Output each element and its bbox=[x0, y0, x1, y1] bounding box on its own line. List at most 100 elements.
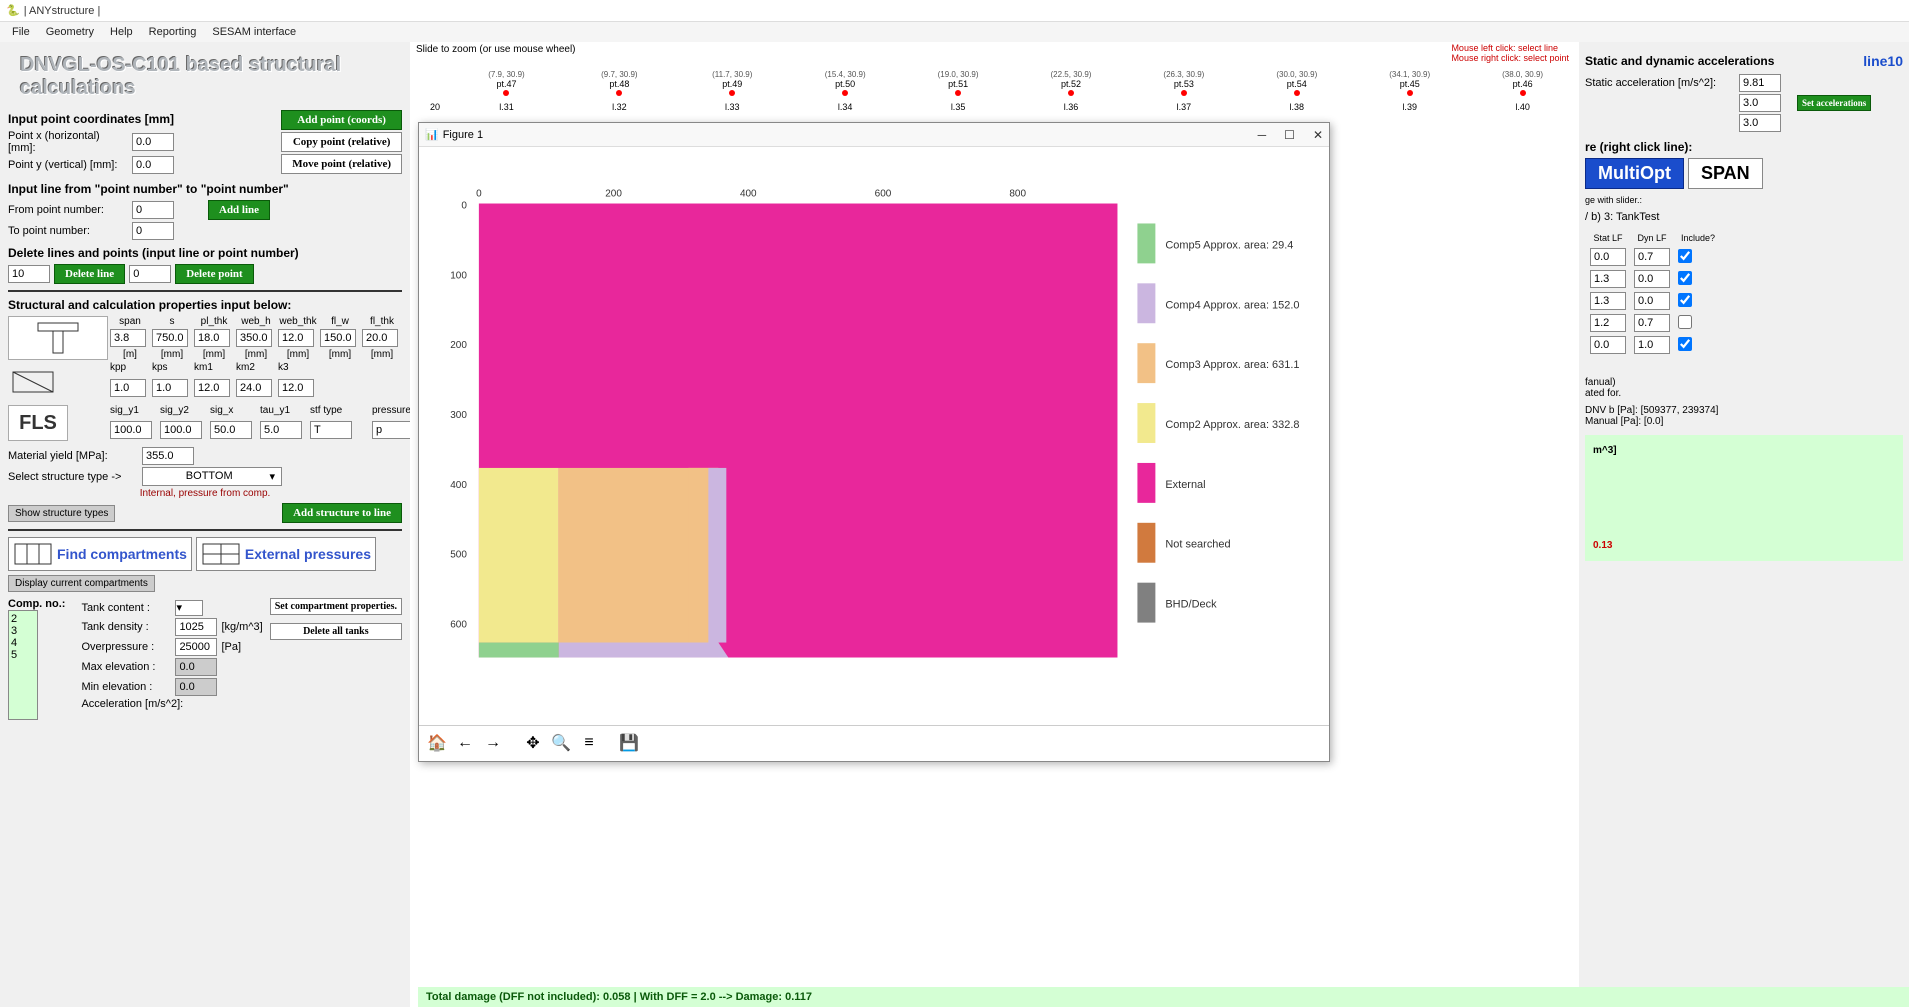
v-ps[interactable] bbox=[372, 421, 410, 439]
slider-label: ge with slider.: bbox=[1585, 195, 1903, 205]
h-k3: k3 bbox=[278, 362, 318, 377]
v-flw[interactable] bbox=[320, 329, 356, 347]
overp-input[interactable] bbox=[175, 638, 217, 656]
menu-geometry[interactable]: Geometry bbox=[38, 26, 102, 38]
forward-icon[interactable]: → bbox=[481, 731, 505, 755]
yield-input[interactable] bbox=[142, 447, 194, 465]
lf-2b[interactable] bbox=[1634, 270, 1670, 288]
lf-3b[interactable] bbox=[1634, 292, 1670, 310]
figure-titlebar[interactable]: 📊 Figure 1 ─ ☐ ✕ bbox=[419, 123, 1329, 147]
configure-icon[interactable]: ≡ bbox=[577, 731, 601, 755]
add-structure-button[interactable]: Add structure to line bbox=[282, 503, 402, 523]
v-tau[interactable] bbox=[260, 421, 302, 439]
delete-line-button[interactable]: Delete line bbox=[54, 264, 125, 284]
lf-4a[interactable] bbox=[1590, 314, 1626, 332]
u-mm5: [mm] bbox=[320, 349, 360, 360]
v-sy2[interactable] bbox=[160, 421, 202, 439]
del-line-input[interactable] bbox=[8, 265, 50, 283]
lf-2a[interactable] bbox=[1590, 270, 1626, 288]
span-button[interactable]: SPAN bbox=[1688, 158, 1763, 189]
v-wh[interactable] bbox=[236, 329, 272, 347]
dyn2-input[interactable] bbox=[1739, 114, 1781, 132]
home-icon[interactable]: 🏠 bbox=[425, 731, 449, 755]
window-title: | ANYstructure | bbox=[24, 5, 101, 17]
tank-density-input[interactable] bbox=[175, 618, 217, 636]
add-point-button[interactable]: Add point (coords) bbox=[281, 110, 402, 130]
copy-point-button[interactable]: Copy point (relative) bbox=[281, 132, 402, 152]
maximize-icon[interactable]: ☐ bbox=[1284, 128, 1295, 142]
comp-list[interactable]: 2 3 4 5 bbox=[8, 610, 38, 720]
delete-point-button[interactable]: Delete point bbox=[175, 264, 254, 284]
back-icon[interactable]: ← bbox=[453, 731, 477, 755]
v-span[interactable] bbox=[110, 329, 146, 347]
display-compartments-button[interactable]: Display current compartments bbox=[8, 575, 155, 592]
v-kpp[interactable] bbox=[110, 379, 146, 397]
comp-item[interactable]: 4 bbox=[11, 637, 35, 649]
structure-type-dropdown[interactable]: BOTTOM ▾ bbox=[142, 467, 282, 486]
comp-item[interactable]: 3 bbox=[11, 625, 35, 637]
lf-5b[interactable] bbox=[1634, 336, 1670, 354]
tanktest-label: / b) 3: TankTest bbox=[1585, 211, 1903, 223]
v-stf[interactable] bbox=[310, 421, 352, 439]
v-kps[interactable] bbox=[152, 379, 188, 397]
lf-5a[interactable] bbox=[1590, 336, 1626, 354]
find-compartments-button[interactable]: Find compartments bbox=[8, 537, 192, 571]
zoom-icon[interactable]: 🔍 bbox=[549, 731, 573, 755]
set-comp-props-button[interactable]: Set compartment properties. bbox=[270, 598, 402, 615]
menu-help[interactable]: Help bbox=[102, 26, 141, 38]
menu-reporting[interactable]: Reporting bbox=[141, 26, 205, 38]
left-panel: DNVGL-OS-C101 based structural calculati… bbox=[0, 42, 410, 1007]
comp-item[interactable]: 5 bbox=[11, 649, 35, 661]
internal-note: Internal, pressure from comp. bbox=[8, 488, 402, 499]
v-flt[interactable] bbox=[362, 329, 398, 347]
h-kpp: kpp bbox=[110, 362, 150, 377]
minel-label: Min elevation : bbox=[81, 681, 171, 693]
multiopt-button[interactable]: MultiOpt bbox=[1585, 158, 1684, 189]
include-3[interactable] bbox=[1678, 293, 1692, 307]
add-line-button[interactable]: Add line bbox=[208, 200, 270, 220]
v-wt[interactable] bbox=[278, 329, 314, 347]
show-types-button[interactable]: Show structure types bbox=[8, 505, 115, 522]
close-icon[interactable]: ✕ bbox=[1313, 128, 1323, 142]
stat-accel-input[interactable] bbox=[1739, 74, 1781, 92]
pan-icon[interactable]: ✥ bbox=[521, 731, 545, 755]
include-1[interactable] bbox=[1678, 249, 1692, 263]
v-s[interactable] bbox=[152, 329, 188, 347]
pt-x-input[interactable] bbox=[132, 133, 174, 151]
include-5[interactable] bbox=[1678, 337, 1692, 351]
stiffener-diagram-icon bbox=[8, 362, 108, 401]
svg-text:Comp4 Approx. area: 152.0: Comp4 Approx. area: 152.0 bbox=[1165, 299, 1299, 311]
v-sx[interactable] bbox=[210, 421, 252, 439]
external-pressures-button[interactable]: External pressures bbox=[196, 537, 376, 571]
menu-file[interactable]: File bbox=[4, 26, 38, 38]
to-input[interactable] bbox=[132, 222, 174, 240]
comp-item[interactable]: 2 bbox=[11, 613, 35, 625]
pt-y-input[interactable] bbox=[132, 156, 174, 174]
h-km1: km1 bbox=[194, 362, 234, 377]
minimize-icon[interactable]: ─ bbox=[1258, 128, 1267, 142]
menu-sesam[interactable]: SESAM interface bbox=[204, 26, 304, 38]
move-point-button[interactable]: Move point (relative) bbox=[281, 154, 402, 174]
dyn1-input[interactable] bbox=[1739, 94, 1781, 112]
stype-label: Select structure type -> bbox=[8, 471, 138, 483]
app-icon: 🐍 bbox=[6, 4, 20, 17]
plot-area[interactable]: 0 200 400 600 800 0 100 200 300 400 500 … bbox=[419, 147, 1329, 725]
set-accel-button[interactable]: Set accelerations bbox=[1797, 95, 1871, 111]
v-k3[interactable] bbox=[278, 379, 314, 397]
del-pt-input[interactable] bbox=[129, 265, 171, 283]
from-input[interactable] bbox=[132, 201, 174, 219]
include-4[interactable] bbox=[1678, 315, 1692, 329]
lf-1a[interactable] bbox=[1590, 248, 1626, 266]
include-2[interactable] bbox=[1678, 271, 1692, 285]
v-sy1[interactable] bbox=[110, 421, 152, 439]
save-icon[interactable]: 💾 bbox=[617, 731, 641, 755]
v-km2[interactable] bbox=[236, 379, 272, 397]
tank-content-dropdown[interactable]: ▾ bbox=[175, 600, 203, 616]
y-axis-label: 20 bbox=[430, 102, 440, 112]
lf-3a[interactable] bbox=[1590, 292, 1626, 310]
v-pl[interactable] bbox=[194, 329, 230, 347]
lf-4b[interactable] bbox=[1634, 314, 1670, 332]
v-km1[interactable] bbox=[194, 379, 230, 397]
lf-1b[interactable] bbox=[1634, 248, 1670, 266]
delete-tanks-button[interactable]: Delete all tanks bbox=[270, 623, 402, 640]
